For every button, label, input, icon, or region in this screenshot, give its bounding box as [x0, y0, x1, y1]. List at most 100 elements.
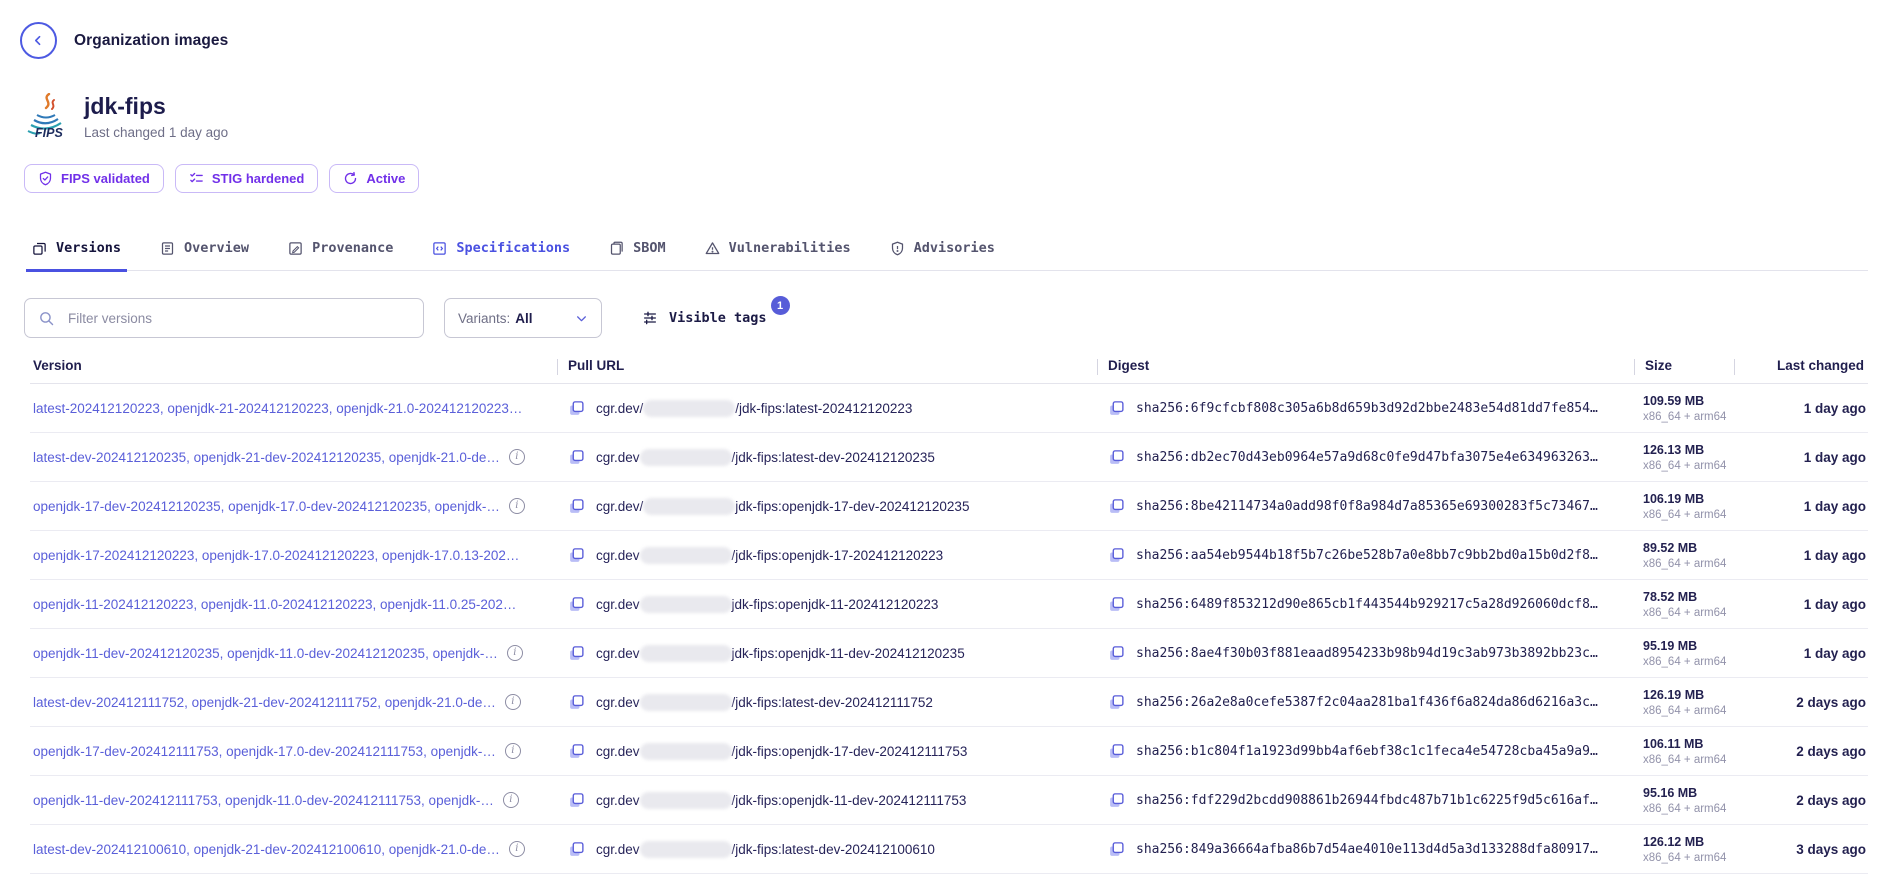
copy-icon[interactable]	[568, 792, 585, 809]
last-changed-cell: 2 days ago	[1734, 695, 1868, 710]
pull-url-cell: cgr.dev/jdk-fips:openjdk-17-dev-20241212…	[557, 498, 1097, 515]
info-icon[interactable]: i	[505, 743, 521, 759]
copy-icon[interactable]	[568, 694, 585, 711]
copy-icon[interactable]	[568, 596, 585, 613]
filter-versions-input[interactable]	[66, 310, 410, 327]
digest-cell: sha256:8be42114734a0add98f0f8a984d7a8536…	[1097, 498, 1634, 515]
copy-icon[interactable]	[568, 547, 585, 564]
tab-vulnerabilities[interactable]: Vulnerabilities	[699, 240, 857, 272]
version-tags-link[interactable]: latest-202412120223, openjdk-21-20241212…	[33, 401, 522, 416]
version-tags-link[interactable]: openjdk-11-202412120223, openjdk-11.0-20…	[33, 597, 516, 612]
version-cell: openjdk-17-202412120223, openjdk-17.0-20…	[30, 548, 557, 563]
size-cell: 106.19 MB x86_64 + arm64	[1634, 492, 1734, 521]
copy-icon[interactable]	[568, 645, 585, 662]
last-changed-cell: 3 days ago	[1734, 842, 1868, 857]
copy-icon[interactable]	[1108, 596, 1125, 613]
table-header: Version Pull URL Digest Size Last change…	[30, 354, 1868, 384]
pull-url-text: cgr.devjdk-fips:openjdk-11-202412120223	[596, 596, 938, 613]
shield-check-icon	[38, 171, 53, 186]
tab-provenance[interactable]: Provenance	[282, 240, 399, 272]
tab-label: Provenance	[312, 240, 393, 256]
copy-icon[interactable]	[1108, 792, 1125, 809]
pull-url-prefix: cgr.dev	[596, 695, 640, 710]
info-icon[interactable]: i	[505, 694, 521, 710]
tab-specifications[interactable]: Specifications	[426, 240, 576, 272]
table-row: latest-dev-202412120235, openjdk-21-dev-…	[30, 433, 1868, 482]
version-tags-link[interactable]: latest-dev-202412111752, openjdk-21-dev-…	[33, 695, 496, 710]
badge-label: Active	[366, 171, 405, 186]
info-icon[interactable]: i	[509, 841, 525, 857]
copy-icon[interactable]	[1108, 400, 1125, 417]
info-icon[interactable]: i	[509, 449, 525, 465]
copy-icon[interactable]	[568, 841, 585, 858]
copy-icon[interactable]	[568, 498, 585, 515]
version-tags-link[interactable]: openjdk-11-dev-202412120235, openjdk-11.…	[33, 646, 498, 661]
chevron-left-icon	[32, 34, 45, 47]
topbar: Organization images	[0, 0, 1894, 59]
visible-tags-button[interactable]: Visible tags 1	[642, 310, 767, 326]
badge-fips-validated: FIPS validated	[24, 164, 164, 193]
version-tags-link[interactable]: openjdk-17-202412120223, openjdk-17.0-20…	[33, 548, 519, 563]
version-cell: latest-202412120223, openjdk-21-20241212…	[30, 401, 557, 416]
redacted-org-name	[643, 498, 735, 515]
copy-icon[interactable]	[1108, 694, 1125, 711]
column-header-size: Size	[1634, 358, 1734, 373]
variants-select[interactable]: Variants: All	[444, 298, 602, 338]
digest-cell: sha256:db2ec70d43eb0964e57a9d68c0fe9d47b…	[1097, 449, 1634, 466]
copy-icon[interactable]	[1108, 841, 1125, 858]
info-icon[interactable]: i	[503, 792, 519, 808]
digest-text: sha256:aa54eb9544b18f5b7c26be528b7a0e8bb…	[1136, 548, 1598, 563]
filter-versions-field[interactable]	[24, 298, 424, 338]
copy-icon[interactable]	[1108, 645, 1125, 662]
version-tags-link[interactable]: latest-dev-202412100610, openjdk-21-dev-…	[33, 842, 500, 857]
svg-text:FIPS: FIPS	[35, 126, 63, 140]
visible-tags-label: Visible tags	[669, 310, 767, 326]
size-cell: 95.19 MB x86_64 + arm64	[1634, 639, 1734, 668]
version-cell: openjdk-11-dev-202412120235, openjdk-11.…	[30, 645, 557, 661]
size-value: 106.19 MB	[1643, 492, 1734, 506]
pull-url-suffix: /jdk-fips:latest-dev-202412100610	[732, 842, 935, 857]
size-cell: 106.11 MB x86_64 + arm64	[1634, 737, 1734, 766]
copy-icon[interactable]	[1108, 498, 1125, 515]
pull-url-prefix: cgr.dev	[596, 450, 640, 465]
pull-url-cell: cgr.dev/jdk-fips:latest-dev-202412111752	[557, 694, 1097, 711]
size-cell: 95.16 MB x86_64 + arm64	[1634, 786, 1734, 815]
version-tags-link[interactable]: openjdk-17-dev-202412120235, openjdk-17.…	[33, 499, 500, 514]
size-arch: x86_64 + arm64	[1643, 656, 1734, 668]
digest-cell: sha256:b1c804f1a1923d99bb4af6ebf38c1c1fe…	[1097, 743, 1634, 760]
pull-url-cell: cgr.dev//jdk-fips:latest-202412120223	[557, 400, 1097, 417]
redacted-org-name	[640, 449, 732, 466]
size-cell: 126.13 MB x86_64 + arm64	[1634, 443, 1734, 472]
tab-overview[interactable]: Overview	[154, 240, 255, 272]
java-fips-logo-icon: FIPS	[24, 93, 68, 141]
copy-icon[interactable]	[568, 743, 585, 760]
digest-cell: sha256:fdf229d2bcdd908861b26944fbdc487b7…	[1097, 792, 1634, 809]
copy-icon[interactable]	[1108, 743, 1125, 760]
info-icon[interactable]: i	[507, 645, 523, 661]
digest-text: sha256:26a2e8a0cefe5387f2c04aa281ba1f436…	[1136, 695, 1598, 710]
version-tags-link[interactable]: openjdk-11-dev-202412111753, openjdk-11.…	[33, 793, 494, 808]
pull-url-suffix: /jdk-fips:latest-dev-202412111752	[732, 695, 933, 710]
size-cell: 89.52 MB x86_64 + arm64	[1634, 541, 1734, 570]
copy-icon[interactable]	[568, 400, 585, 417]
pull-url-cell: cgr.devjdk-fips:openjdk-11-dev-202412120…	[557, 645, 1097, 662]
back-button[interactable]	[20, 22, 57, 59]
tab-sbom[interactable]: SBOM	[603, 240, 672, 272]
tab-versions[interactable]: Versions	[26, 240, 127, 272]
redacted-org-name	[640, 841, 732, 858]
version-tags-link[interactable]: latest-dev-202412120235, openjdk-21-dev-…	[33, 450, 500, 465]
table-row: openjdk-11-dev-202412111753, openjdk-11.…	[30, 776, 1868, 825]
version-cell: latest-dev-202412100610, openjdk-21-dev-…	[30, 841, 557, 857]
info-icon[interactable]: i	[509, 498, 525, 514]
version-tags-link[interactable]: openjdk-17-dev-202412111753, openjdk-17.…	[33, 744, 496, 759]
copy-icon[interactable]	[1108, 449, 1125, 466]
version-cell: openjdk-11-dev-202412111753, openjdk-11.…	[30, 792, 557, 808]
copy-icon[interactable]	[1108, 547, 1125, 564]
badge-label: FIPS validated	[61, 171, 150, 186]
copy-icon[interactable]	[568, 449, 585, 466]
variants-select-label: Variants:	[458, 311, 510, 326]
pull-url-cell: cgr.dev/jdk-fips:openjdk-17-dev-20241211…	[557, 743, 1097, 760]
tab-advisories[interactable]: Advisories	[884, 240, 1001, 272]
image-last-changed: Last changed 1 day ago	[84, 125, 228, 140]
digest-text: sha256:fdf229d2bcdd908861b26944fbdc487b7…	[1136, 793, 1598, 808]
